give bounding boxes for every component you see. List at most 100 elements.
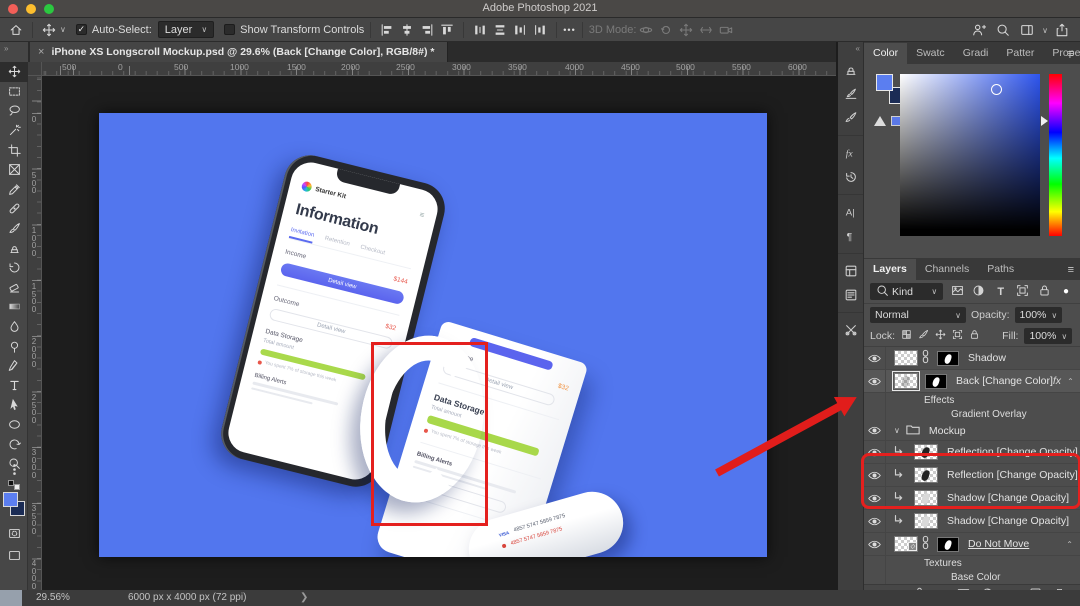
- brushes-panel-icon[interactable]: [838, 106, 864, 130]
- layer-name[interactable]: Back [Change Color]: [956, 375, 1053, 387]
- align-left-icon[interactable]: [377, 21, 397, 39]
- horizontal-ruler[interactable]: 5000500100015002000250030003500400045005…: [42, 62, 836, 76]
- eyedropper-tool[interactable]: [0, 180, 28, 200]
- styles-panel-icon[interactable]: fx: [838, 141, 864, 165]
- share-icon[interactable]: [1052, 21, 1072, 39]
- share-user-icon[interactable]: [969, 21, 989, 39]
- mask-link-icon[interactable]: [921, 535, 930, 553]
- pen-tool[interactable]: [0, 356, 28, 376]
- tools-collapse-chevrons[interactable]: »: [0, 42, 28, 62]
- visibility-eye-icon[interactable]: [864, 510, 886, 532]
- dodge-tool[interactable]: [0, 336, 28, 356]
- collapse-effects-icon[interactable]: ⌃: [1066, 540, 1073, 549]
- gradient-tool[interactable]: [0, 297, 28, 317]
- tab-paths[interactable]: Paths: [978, 259, 1023, 280]
- tab-color[interactable]: Color: [864, 43, 907, 64]
- color-picker-marker[interactable]: [991, 84, 1002, 95]
- search-icon[interactable]: [993, 21, 1013, 39]
- visibility-eye-icon[interactable]: [864, 421, 886, 440]
- libraries-panel-icon[interactable]: [838, 259, 864, 283]
- notes-panel-icon[interactable]: [838, 283, 864, 307]
- align-center-horizontal-icon[interactable]: [397, 21, 417, 39]
- mask-link-icon[interactable]: [921, 349, 930, 367]
- auto-select-dropdown[interactable]: Layer ∨: [158, 21, 214, 38]
- tab-layers[interactable]: Layers: [864, 259, 916, 280]
- layer-row[interactable]: Shadow [Change Opacity]: [864, 510, 1080, 533]
- layer-name[interactable]: Shadow [Change Opacity]: [947, 515, 1069, 527]
- layer-mask-thumbnail[interactable]: [925, 374, 947, 389]
- auto-select-checkbox[interactable]: ✓: [76, 24, 87, 35]
- vertical-ruler[interactable]: 05001000150020002500300035004000: [28, 76, 42, 590]
- ruler-origin[interactable]: [28, 62, 42, 76]
- close-tab-icon[interactable]: ×: [38, 46, 44, 58]
- visibility-eye-icon[interactable]: [864, 347, 886, 369]
- layer-row[interactable]: Back [Change Color]fx ⌃: [864, 370, 1080, 393]
- character-panel-icon[interactable]: A|: [838, 200, 864, 224]
- screen-mode-icon[interactable]: [0, 546, 28, 566]
- default-colors-icon[interactable]: [8, 480, 20, 490]
- lock-pixels-icon[interactable]: [918, 329, 929, 343]
- filter-shape-icon[interactable]: [1015, 284, 1031, 300]
- chevron-down-icon[interactable]: ∨: [60, 25, 66, 34]
- effect-item-row[interactable]: Base Color: [864, 570, 1080, 584]
- crop-tool[interactable]: [0, 140, 28, 160]
- history-brush-tool[interactable]: [0, 258, 28, 278]
- rotate-view-tool[interactable]: [0, 434, 28, 454]
- effect-item-row[interactable]: Gradient Overlay: [864, 407, 1080, 421]
- layer-mask-thumbnail[interactable]: [937, 351, 959, 366]
- tab-channels[interactable]: Channels: [916, 259, 978, 280]
- blur-tool[interactable]: [0, 317, 28, 337]
- group-name[interactable]: Mockup: [929, 425, 966, 437]
- quick-mask-icon[interactable]: [0, 524, 28, 544]
- filter-adjustment-icon[interactable]: [971, 284, 987, 300]
- healing-brush-tool[interactable]: [0, 199, 28, 219]
- frame-tool[interactable]: [0, 160, 28, 180]
- tab-patterns[interactable]: Patter: [997, 43, 1043, 64]
- layer-name[interactable]: Do Not Move: [968, 538, 1029, 550]
- gamut-warning-icon[interactable]: [874, 116, 886, 126]
- move-tool[interactable]: [0, 62, 28, 82]
- magic-wand-tool[interactable]: [0, 121, 28, 141]
- layer-mask-thumbnail[interactable]: [937, 537, 959, 552]
- brush-settings-panel-icon[interactable]: [838, 82, 864, 106]
- eraser-tool[interactable]: [0, 278, 28, 298]
- home-icon[interactable]: [6, 21, 26, 39]
- fx-badge[interactable]: fx: [1053, 375, 1061, 387]
- distribute-left-icon[interactable]: [510, 21, 530, 39]
- chevron-down-icon[interactable]: ∨: [894, 426, 900, 435]
- chevron-down-icon[interactable]: ∨: [1042, 26, 1048, 35]
- filter-image-icon[interactable]: [949, 284, 965, 300]
- effects-row[interactable]: Effects: [864, 393, 1080, 407]
- layer-thumbnail[interactable]: [894, 373, 918, 389]
- paragraph-panel-icon[interactable]: ¶: [838, 224, 864, 248]
- type-tool[interactable]: [0, 376, 28, 396]
- collapse-effects-icon[interactable]: ⌃: [1067, 377, 1074, 386]
- ellipse-tool[interactable]: [0, 415, 28, 435]
- layer-row[interactable]: ◇Do Not Move⌃: [864, 533, 1080, 556]
- tab-gradients[interactable]: Gradi: [954, 43, 998, 64]
- hue-slider[interactable]: [1049, 74, 1062, 236]
- tab-swatches[interactable]: Swatc: [907, 43, 954, 64]
- layer-thumbnail[interactable]: [894, 350, 918, 366]
- fill-dropdown[interactable]: 100% ∨: [1024, 328, 1072, 344]
- toolbar-more-icon[interactable]: [0, 460, 28, 480]
- distribute-vertical-icon[interactable]: [470, 21, 490, 39]
- lock-all-icon[interactable]: [969, 329, 980, 343]
- filter-type-icon[interactable]: T: [993, 286, 1009, 298]
- lock-transparency-icon[interactable]: [901, 329, 912, 343]
- distribute-horizontal-icon[interactable]: [490, 21, 510, 39]
- more-options-icon[interactable]: •••: [563, 25, 575, 35]
- status-chevron-icon[interactable]: ❯: [300, 592, 308, 603]
- align-right-icon[interactable]: [417, 21, 437, 39]
- expand-panels-icon[interactable]: «: [856, 44, 859, 53]
- panel-menu-icon[interactable]: ≡: [1068, 264, 1074, 276]
- show-transform-checkbox[interactable]: [224, 24, 235, 35]
- lock-position-icon[interactable]: [935, 329, 946, 343]
- visibility-eye-icon[interactable]: [864, 533, 886, 555]
- visibility-eye-icon[interactable]: [864, 370, 886, 392]
- tool-presets-panel-icon[interactable]: [838, 318, 864, 342]
- foreground-color-swatch[interactable]: [876, 74, 893, 91]
- filter-toggle-icon[interactable]: ●: [1058, 286, 1074, 297]
- clone-source-panel-icon[interactable]: [838, 58, 864, 82]
- document-tab[interactable]: × iPhone XS Longscroll Mockup.psd @ 29.6…: [30, 42, 448, 62]
